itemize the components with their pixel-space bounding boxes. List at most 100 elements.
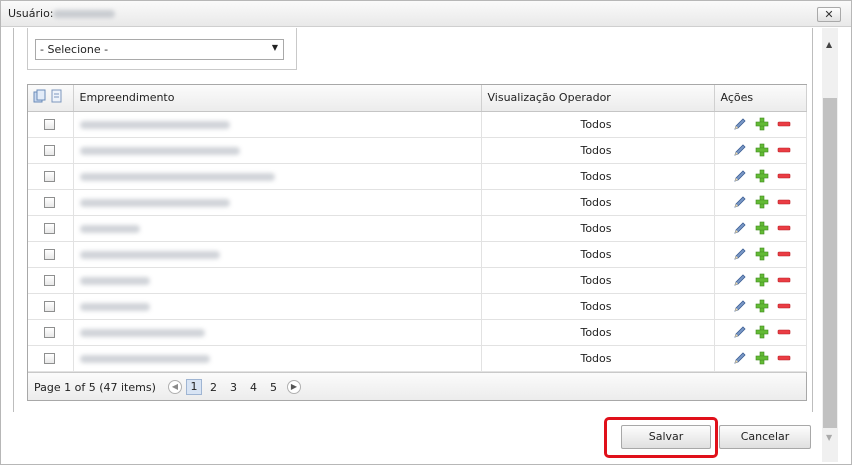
minus-icon[interactable]	[777, 169, 791, 183]
chevron-down-icon[interactable]: ▼	[272, 43, 278, 52]
actions-cell	[714, 111, 807, 138]
actions-cell	[714, 189, 807, 216]
select-value: - Selecione -	[40, 43, 109, 56]
row-checkbox[interactable]	[44, 119, 55, 130]
visualizacao-cell: Todos	[481, 111, 715, 138]
cancel-button[interactable]: Cancelar	[719, 425, 811, 449]
row-checkbox[interactable]	[44, 353, 55, 364]
pencil-icon[interactable]	[733, 247, 747, 261]
table-row[interactable]: Todos	[28, 189, 807, 216]
row-select-cell	[28, 163, 74, 190]
redacted-username	[53, 10, 115, 18]
row-checkbox[interactable]	[44, 171, 55, 182]
pencil-icon[interactable]	[733, 117, 747, 131]
close-button[interactable]: ✕	[817, 7, 841, 22]
table-row[interactable]: Todos	[28, 241, 807, 268]
minus-icon[interactable]	[777, 299, 791, 313]
next-page-icon[interactable]: ▶	[287, 380, 301, 394]
column-header-visualizacao[interactable]: Visualização Operador	[481, 85, 715, 112]
actions-cell	[714, 215, 807, 242]
page-5[interactable]: 5	[270, 381, 277, 394]
plus-icon[interactable]	[755, 195, 769, 209]
pencil-icon[interactable]	[733, 195, 747, 209]
prev-page-icon[interactable]: ◀	[168, 380, 182, 394]
pencil-icon[interactable]	[733, 143, 747, 157]
column-header-empreendimento[interactable]: Empreendimento	[73, 85, 482, 112]
row-checkbox[interactable]	[44, 275, 55, 286]
dialog-titlebar: Usuário: ✕	[1, 1, 851, 27]
grid-pager: Page 1 of 5 (47 items) ◀ 1 2 3 4 5 ▶	[28, 372, 806, 400]
table-row[interactable]: Todos	[28, 137, 807, 164]
plus-icon[interactable]	[755, 351, 769, 365]
plus-icon[interactable]	[755, 247, 769, 261]
plus-icon[interactable]	[755, 325, 769, 339]
plus-icon[interactable]	[755, 169, 769, 183]
table-row[interactable]: Todos	[28, 267, 807, 294]
actions-cell	[714, 319, 807, 346]
vertical-scrollbar[interactable]: ▲ ▼	[822, 28, 838, 462]
visualizacao-cell: Todos	[481, 163, 715, 190]
empreendimento-cell	[73, 241, 482, 268]
filter-panel: - Selecione - ▼	[27, 28, 297, 70]
visualizacao-cell: Todos	[481, 319, 715, 346]
plus-icon[interactable]	[755, 117, 769, 131]
page-4[interactable]: 4	[250, 381, 257, 394]
table-row[interactable]: Todos	[28, 293, 807, 320]
minus-icon[interactable]	[777, 221, 791, 235]
table-row[interactable]: Todos	[28, 215, 807, 242]
page-2[interactable]: 2	[210, 381, 217, 394]
visualizacao-cell: Todos	[481, 241, 715, 268]
row-checkbox[interactable]	[44, 223, 55, 234]
pencil-icon[interactable]	[733, 351, 747, 365]
redacted-empreendimento	[79, 250, 220, 259]
row-checkbox[interactable]	[44, 145, 55, 156]
visualizacao-cell: Todos	[481, 293, 715, 320]
table-row[interactable]: Todos	[28, 345, 807, 372]
actions-cell	[714, 345, 807, 372]
table-row[interactable]: Todos	[28, 319, 807, 346]
empreendimento-select[interactable]: - Selecione - ▼	[35, 39, 284, 60]
pencil-icon[interactable]	[733, 221, 747, 235]
pencil-icon[interactable]	[733, 325, 747, 339]
page-1[interactable]: 1	[186, 379, 202, 395]
grid-header-row: Empreendimento Visualização Operador Açõ…	[28, 85, 807, 112]
minus-icon[interactable]	[777, 143, 791, 157]
row-select-cell	[28, 215, 74, 242]
page-3[interactable]: 3	[230, 381, 237, 394]
minus-icon[interactable]	[777, 325, 791, 339]
pencil-icon[interactable]	[733, 169, 747, 183]
redacted-empreendimento	[79, 354, 210, 363]
pencil-icon[interactable]	[733, 273, 747, 287]
visualizacao-cell: Todos	[481, 267, 715, 294]
minus-icon[interactable]	[777, 351, 791, 365]
empreendimento-cell	[73, 215, 482, 242]
row-select-cell	[28, 293, 74, 320]
plus-icon[interactable]	[755, 273, 769, 287]
redacted-empreendimento	[79, 198, 230, 207]
user-dialog: Usuário: ✕ - Selecione - ▼ Empreendiment…	[0, 0, 852, 465]
empreendimento-cell	[73, 189, 482, 216]
row-select-cell	[28, 267, 74, 294]
scrollbar-thumb[interactable]	[823, 98, 837, 428]
minus-icon[interactable]	[777, 117, 791, 131]
minus-icon[interactable]	[777, 195, 791, 209]
scroll-up-icon[interactable]: ▲	[826, 40, 832, 49]
scroll-down-icon[interactable]: ▼	[826, 433, 832, 442]
copy-icon[interactable]	[33, 89, 63, 103]
row-checkbox[interactable]	[44, 301, 55, 312]
table-row[interactable]: Todos	[28, 163, 807, 190]
save-button[interactable]: Salvar	[621, 425, 711, 449]
row-select-cell	[28, 137, 74, 164]
plus-icon[interactable]	[755, 299, 769, 313]
minus-icon[interactable]	[777, 273, 791, 287]
row-checkbox[interactable]	[44, 197, 55, 208]
column-header-acoes: Ações	[714, 85, 807, 112]
row-checkbox[interactable]	[44, 249, 55, 260]
plus-icon[interactable]	[755, 221, 769, 235]
minus-icon[interactable]	[777, 247, 791, 261]
pencil-icon[interactable]	[733, 299, 747, 313]
row-checkbox[interactable]	[44, 327, 55, 338]
visualizacao-cell: Todos	[481, 137, 715, 164]
plus-icon[interactable]	[755, 143, 769, 157]
table-row[interactable]: Todos	[28, 111, 807, 138]
